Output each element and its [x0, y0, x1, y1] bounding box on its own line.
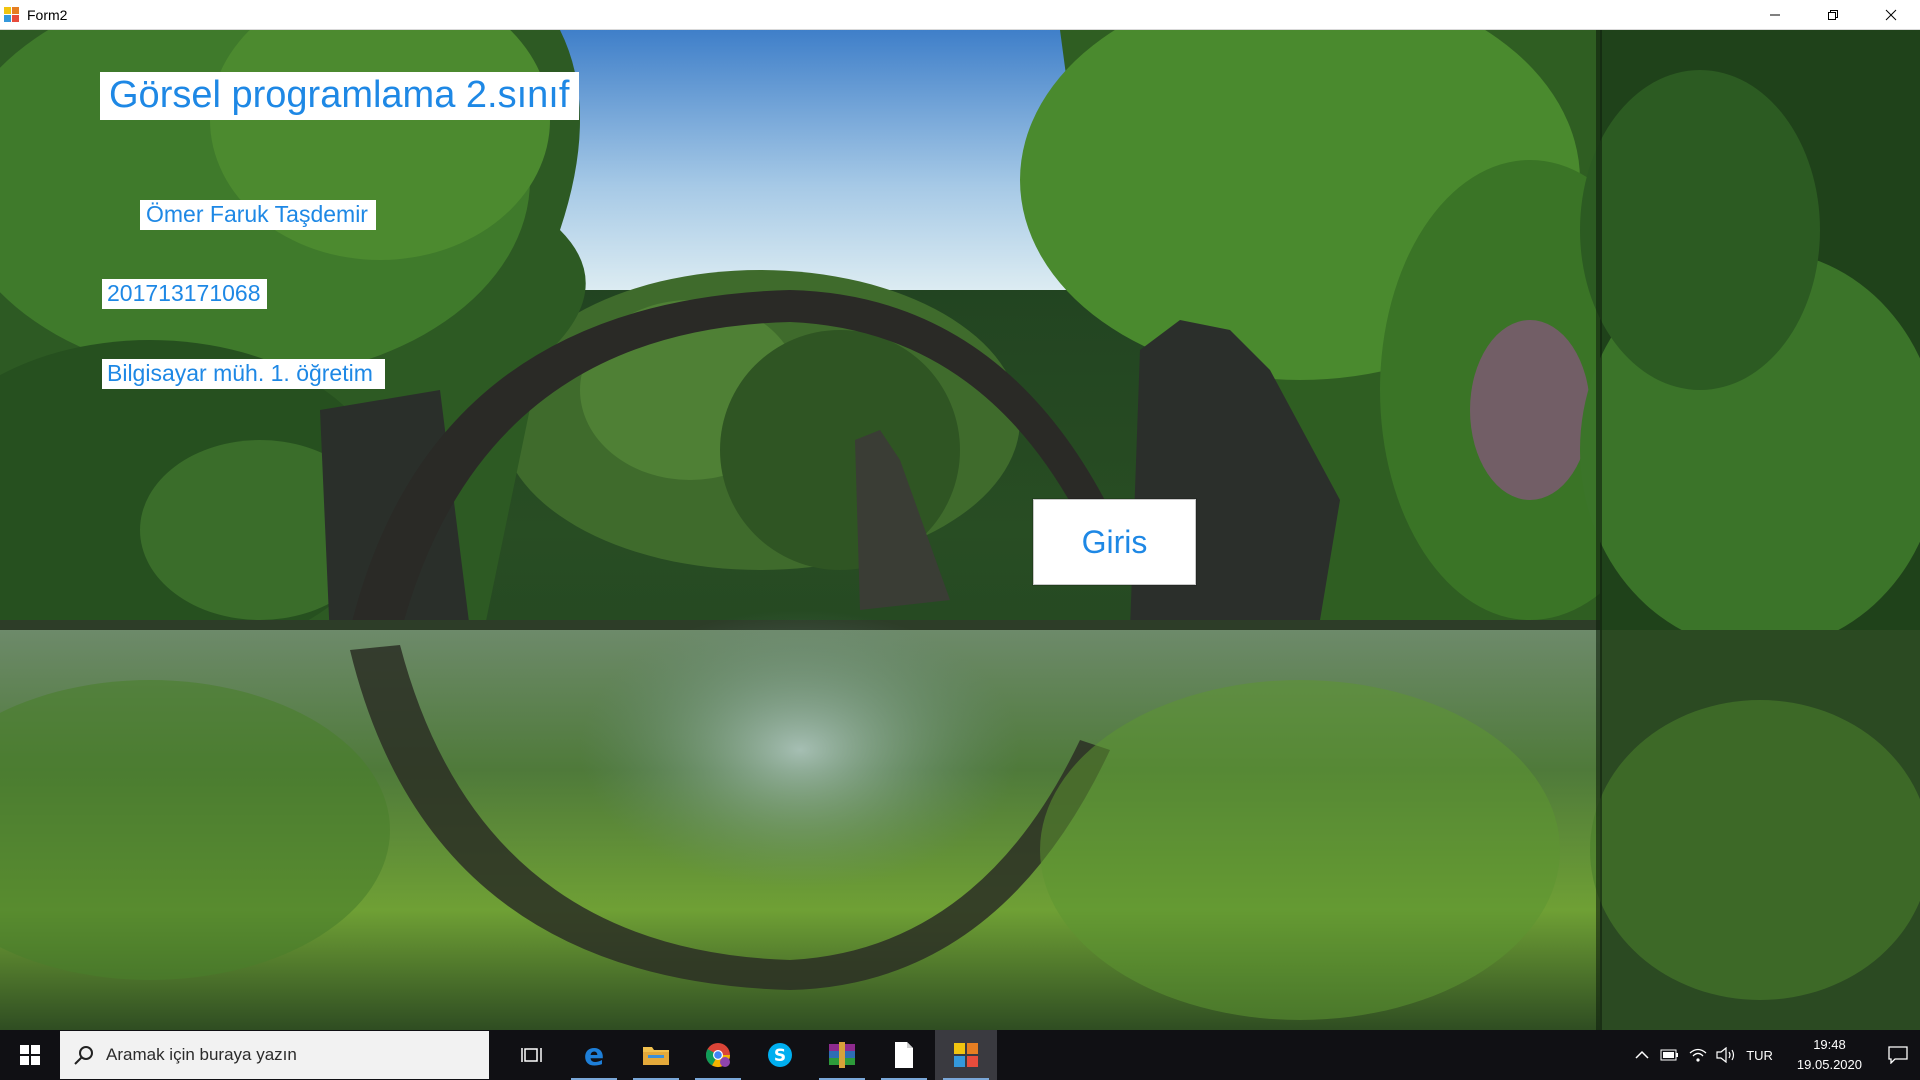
speaker-icon: [1716, 1047, 1735, 1063]
notification-icon: [1888, 1046, 1908, 1064]
chrome-icon: [705, 1043, 730, 1068]
windows-logo-icon: [20, 1045, 40, 1065]
student-id-label: 201713171068: [102, 279, 267, 309]
svg-text:S: S: [774, 1046, 786, 1066]
wifi-icon: [1689, 1048, 1707, 1062]
input-language[interactable]: TUR: [1746, 1048, 1773, 1063]
taskbar-document[interactable]: [873, 1030, 935, 1080]
search-icon: [74, 1046, 93, 1065]
background-image: [0, 30, 1920, 1030]
taskbar-form-app[interactable]: [935, 1030, 997, 1080]
window-title: Form2: [27, 6, 68, 23]
file-explorer-icon: [643, 1047, 669, 1065]
clock-date: 19.05.2020: [1796, 1057, 1862, 1072]
course-title-label: Görsel programlama 2.sınıf: [100, 72, 580, 120]
form-app-icon: [954, 1043, 978, 1067]
task-view-button[interactable]: [501, 1030, 563, 1080]
svg-text:e: e: [584, 1041, 604, 1069]
show-hidden-icons-button[interactable]: [1628, 1030, 1656, 1080]
restore-button[interactable]: [1804, 0, 1862, 29]
taskbar: Aramak için buraya yazın e S TUR 19:48 1…: [0, 1030, 1920, 1080]
restore-icon: [1828, 9, 1838, 20]
clock-time: 19:48: [1813, 1037, 1846, 1052]
student-name-label: Ömer Faruk Taşdemir: [140, 200, 376, 230]
search-placeholder: Aramak için buraya yazın: [106, 1045, 297, 1064]
close-icon: [1885, 9, 1897, 20]
start-button[interactable]: [0, 1030, 60, 1080]
taskbar-skype[interactable]: S: [749, 1030, 811, 1080]
close-button[interactable]: [1862, 0, 1920, 29]
document-icon: [895, 1042, 913, 1068]
volume-button[interactable]: [1712, 1030, 1740, 1080]
form-app-icon: [4, 6, 20, 23]
department-label: Bilgisayar müh. 1. öğretim: [102, 359, 385, 389]
battery-icon: [1660, 1049, 1679, 1061]
battery-button[interactable]: [1656, 1030, 1684, 1080]
network-button[interactable]: [1684, 1030, 1712, 1080]
taskbar-winrar[interactable]: [811, 1030, 873, 1080]
taskbar-file-explorer[interactable]: [625, 1030, 687, 1080]
minimize-icon: [1770, 14, 1780, 15]
minimize-button[interactable]: [1746, 0, 1804, 29]
skype-icon: S: [768, 1043, 792, 1067]
clock[interactable]: 19:48 19.05.2020: [1797, 1035, 1862, 1075]
action-center-button[interactable]: [1876, 1030, 1920, 1080]
taskbar-edge[interactable]: e: [563, 1030, 625, 1080]
edge-icon: e: [584, 1041, 604, 1069]
task-view-icon: [521, 1048, 542, 1062]
login-button[interactable]: Giris: [1033, 499, 1196, 585]
taskbar-chrome[interactable]: [687, 1030, 749, 1080]
taskbar-search-box[interactable]: Aramak için buraya yazın: [60, 1031, 489, 1079]
system-tray: TUR 19:48 19.05.2020: [1628, 1030, 1920, 1080]
chevron-up-icon: [1635, 1050, 1649, 1059]
window-titlebar: Form2: [0, 0, 1920, 30]
winrar-icon: [829, 1042, 855, 1068]
